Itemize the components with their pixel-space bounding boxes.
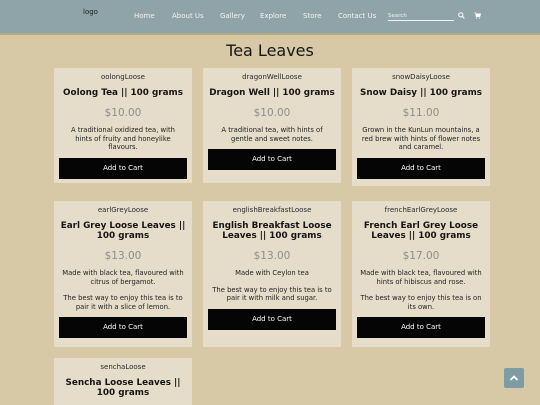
nav-explore[interactable]: Explore (260, 12, 286, 20)
product-card: dragonWellLoose Dragon Well || 100 grams… (203, 68, 341, 183)
add-to-cart-button[interactable]: Add to Cart (59, 157, 187, 179)
product-name[interactable]: Dragon Well || 100 grams (209, 88, 335, 98)
product-description: Made with black tea, flavoured with hint… (360, 269, 482, 286)
product-card: senchaLoose Sencha Loose Leaves || 100 g… (54, 358, 192, 405)
search-icon[interactable] (458, 12, 465, 19)
product-price: $17.00 (402, 250, 440, 262)
product-sku: senchaLoose (100, 363, 146, 371)
product-sku: dragonWellLoose (242, 73, 302, 81)
cart-icon[interactable] (474, 12, 481, 19)
product-price: $11.00 (402, 107, 440, 119)
product-description: A traditional oxidized tea, with hints o… (71, 126, 175, 151)
nav-gallery[interactable]: Gallery (220, 12, 245, 20)
product-description: Made with Ceylon tea (235, 269, 309, 277)
product-price: $13.00 (253, 250, 291, 262)
product-description: Made with black tea, flavoured with citr… (62, 269, 184, 286)
product-description: A traditional tea, with hints of gentle … (221, 126, 323, 143)
product-sku: englishBreakfastLoose (232, 206, 312, 214)
nav-contact-us[interactable]: Contact Us (338, 12, 376, 20)
product-card: snowDaisyLoose Snow Daisy || 100 grams $… (352, 68, 490, 186)
add-to-cart-button[interactable]: Add to Cart (59, 317, 187, 338)
nav-store[interactable]: Store (303, 12, 322, 20)
product-name[interactable]: French Earl Grey Loose Leaves || 100 gra… (358, 221, 484, 241)
product-sku: snowDaisyLoose (392, 73, 450, 81)
product-price: $13.00 (104, 250, 142, 262)
product-card: oolongLoose Oolong Tea || 100 grams $10.… (54, 68, 192, 183)
chevron-up-icon (509, 375, 519, 381)
product-card: frenchEarlGreyLoose French Earl Grey Loo… (352, 201, 490, 347)
product-card: earlGreyLoose Earl Grey Loose Leaves || … (54, 201, 192, 347)
product-description: Grown in the KunLun mountains, a red bre… (361, 126, 481, 151)
page-title: Tea Leaves (226, 41, 314, 60)
product-sku: oolongLoose (101, 73, 145, 81)
product-card: englishBreakfastLoose English Breakfast … (203, 201, 341, 347)
product-serving-tip: The best way to enjoy this tea is to pai… (63, 294, 183, 311)
product-name[interactable]: Sencha Loose Leaves || 100 grams (60, 378, 186, 398)
scroll-to-top-button[interactable] (504, 368, 524, 388)
add-to-cart-button[interactable]: Add to Cart (357, 317, 485, 338)
search-input[interactable]: Search (388, 13, 454, 21)
site-header: logo Home About Us Gallery Explore Store… (0, 0, 540, 35)
product-serving-tip: The best way to enjoy this tea is to pai… (212, 285, 332, 303)
product-price: $10.00 (104, 107, 142, 119)
logo[interactable]: logo (83, 8, 98, 16)
product-name[interactable]: Oolong Tea || 100 grams (60, 88, 186, 98)
add-to-cart-button[interactable]: Add to Cart (208, 308, 336, 330)
product-serving-tip: The best way to enjoy this tea is on its… (360, 294, 482, 311)
add-to-cart-button[interactable]: Add to Cart (357, 157, 485, 179)
nav-about-us[interactable]: About Us (172, 12, 204, 20)
product-sku: earlGreyLoose (97, 206, 149, 214)
product-name[interactable]: Earl Grey Loose Leaves || 100 grams (60, 221, 186, 241)
nav-home[interactable]: Home (134, 12, 155, 20)
product-sku: frenchEarlGreyLoose (384, 206, 458, 214)
add-to-cart-button[interactable]: Add to Cart (208, 149, 336, 170)
product-name[interactable]: Snow Daisy || 100 grams (358, 88, 484, 98)
product-name[interactable]: English Breakfast Loose Leaves || 100 gr… (209, 221, 335, 241)
product-price: $10.00 (253, 107, 291, 119)
